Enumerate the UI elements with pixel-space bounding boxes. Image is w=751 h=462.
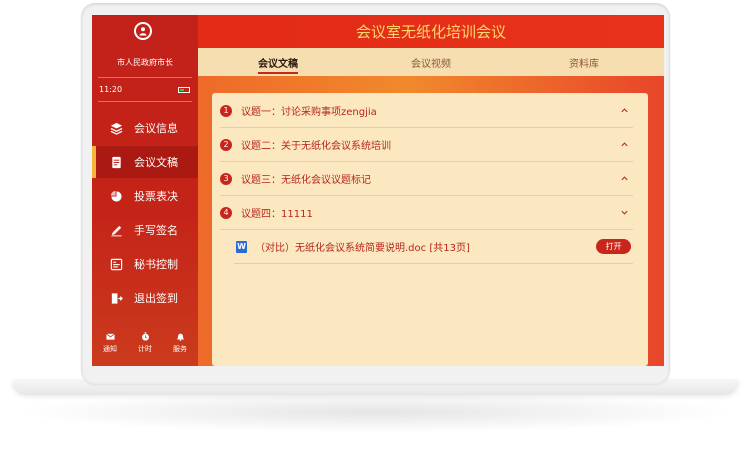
chevron-up-icon[interactable]: [620, 140, 629, 149]
battery-icon: [178, 87, 190, 93]
sidebar-item-sign-out[interactable]: 退出签到: [92, 282, 198, 314]
sidebar-item-label: 秘书控制: [134, 258, 178, 271]
sidebar-item-secretary-control[interactable]: 秘书控制: [92, 248, 198, 280]
file-row[interactable]: W （对比）无纸化会议系统简要说明.doc [共13页] 打开: [234, 230, 633, 264]
tool-label: 服务: [173, 345, 187, 353]
topic-row-1[interactable]: 1 议题一：讨论采购事项zengjia: [220, 94, 633, 128]
service-button[interactable]: 服务: [165, 332, 195, 354]
chevron-down-icon[interactable]: [620, 208, 629, 217]
meeting-title: 会议室无纸化培训会议: [198, 15, 664, 48]
word-document-icon: W: [236, 240, 247, 253]
pen-icon: [108, 222, 124, 238]
divider: [98, 101, 192, 102]
topic-row-2[interactable]: 2 议题二：关于无纸化会议系统培训: [220, 128, 633, 162]
sidebar-item-label: 退出签到: [134, 292, 178, 305]
main-area: 会议室无纸化培训会议 会议文稿 会议视频 资料库 1 议题一：讨论采购事项zen…: [198, 15, 664, 366]
sidebar-item-label: 手写签名: [134, 224, 178, 237]
file-name: （对比）无纸化会议系统简要说明.doc [共13页]: [255, 243, 470, 254]
tab-documents[interactable]: 会议文稿: [228, 48, 328, 76]
sidebar-item-label: 投票表决: [134, 190, 178, 203]
sidebar-item-label: 会议信息: [134, 122, 178, 135]
topic-number: 2: [220, 138, 232, 151]
tool-label: 计时: [138, 345, 152, 353]
app-screen: 市人民政府市长 11:20 会议信息 会议文稿 投票表决 手写签名 秘书控制 退…: [92, 15, 664, 366]
topic-number: 1: [220, 104, 232, 117]
divider: [98, 77, 192, 78]
clock-time: 11:20: [99, 85, 123, 94]
envelope-icon: [105, 333, 115, 340]
topic-title: 议题四：11111: [241, 209, 313, 220]
sidebar-item-meeting-info[interactable]: 会议信息: [92, 112, 198, 144]
tab-videos[interactable]: 会议视频: [381, 48, 481, 76]
control-panel-icon: [108, 256, 124, 272]
bottom-toolbar: 通知 计时 服务: [92, 332, 198, 362]
bell-icon: [176, 333, 184, 341]
sidebar-item-label: 会议文稿: [134, 156, 178, 169]
tool-label: 通知: [103, 345, 117, 353]
timer-icon: [141, 332, 149, 341]
topic-number: 4: [220, 206, 232, 219]
open-file-button[interactable]: 打开: [596, 239, 631, 254]
avatar[interactable]: [134, 22, 152, 40]
tab-library[interactable]: 资料库: [534, 48, 634, 76]
exit-icon: [108, 290, 124, 306]
topics-panel: 1 议题一：讨论采购事项zengjia 2 议题二：关于无纸化会议系统培训 3 …: [212, 93, 648, 366]
topic-title: 议题三：无纸化会议议题标记: [241, 175, 371, 186]
topic-title: 议题一：讨论采购事项zengjia: [241, 107, 377, 118]
sidebar-item-signature[interactable]: 手写签名: [92, 214, 198, 246]
chevron-up-icon[interactable]: [620, 174, 629, 183]
device-shadow: [20, 392, 731, 432]
user-title: 市人民政府市长: [117, 58, 173, 67]
topic-row-3[interactable]: 3 议题三：无纸化会议议题标记: [220, 162, 633, 196]
sidebar-item-documents[interactable]: 会议文稿: [92, 146, 198, 178]
topic-row-4[interactable]: 4 议题四：11111: [220, 196, 633, 230]
notify-button[interactable]: 通知: [95, 332, 125, 354]
topic-number: 3: [220, 172, 232, 185]
sidebar-item-voting[interactable]: 投票表决: [92, 180, 198, 212]
topic-title: 议题二：关于无纸化会议系统培训: [241, 141, 391, 152]
document-icon: [108, 154, 124, 170]
sidebar: 市人民政府市长 11:20 会议信息 会议文稿 投票表决 手写签名 秘书控制 退…: [92, 15, 198, 366]
layers-icon: [108, 120, 124, 136]
chevron-up-icon[interactable]: [620, 106, 629, 115]
user-icon: [139, 27, 147, 36]
tab-bar: 会议文稿 会议视频 资料库: [198, 48, 664, 76]
pie-chart-icon: [108, 188, 124, 204]
timer-button[interactable]: 计时: [130, 332, 160, 354]
